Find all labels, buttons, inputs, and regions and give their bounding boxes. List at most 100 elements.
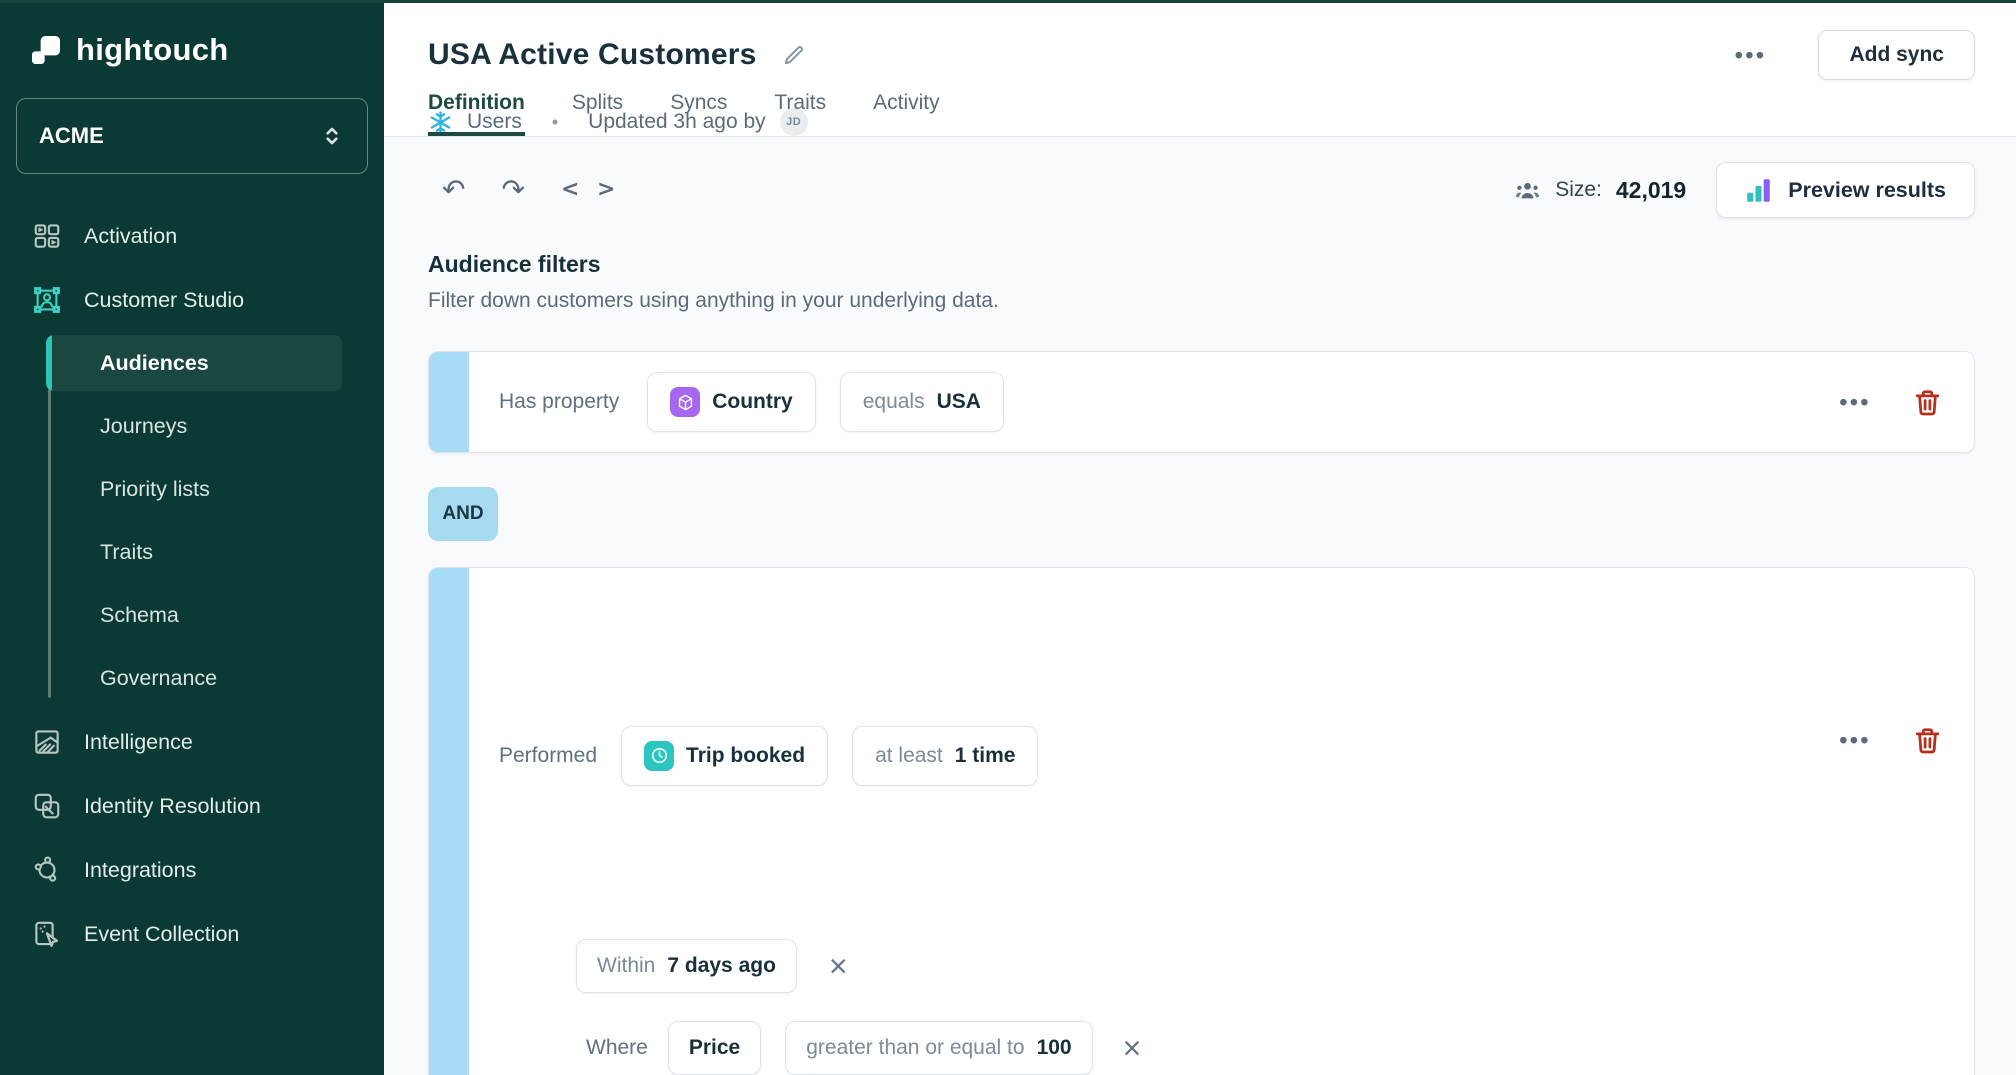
- condition-accent-strip: [429, 352, 469, 452]
- where-property-name: Price: [689, 1036, 740, 1060]
- sidebar-item-activation[interactable]: Activation: [0, 204, 384, 268]
- edit-title-icon[interactable]: [781, 42, 807, 68]
- remove-time-window-icon[interactable]: ×: [829, 950, 848, 982]
- main-area: USA Active Customers ••• Add sync Users …: [384, 0, 2016, 1075]
- page-header: USA Active Customers ••• Add sync Users …: [384, 0, 2016, 137]
- audience-filters-heading: Audience filters: [428, 251, 1975, 278]
- condition-connector-and[interactable]: AND: [428, 487, 498, 541]
- preview-results-button[interactable]: Preview results: [1716, 162, 1975, 218]
- workspace-chevrons-icon: [319, 123, 345, 149]
- intelligence-icon: [30, 725, 64, 759]
- tab-splits[interactable]: Splits: [572, 91, 623, 136]
- tab-syncs[interactable]: Syncs: [670, 91, 727, 136]
- filter-condition-property: Has property Country equals USA •••: [428, 351, 1975, 453]
- sidebar-item-audiences[interactable]: Audiences: [46, 335, 342, 391]
- tab-activity[interactable]: Activity: [873, 91, 940, 136]
- sidebar-item-label: Journeys: [100, 414, 187, 439]
- window-value: 7 days ago: [667, 954, 776, 978]
- where-operator: greater than or equal to: [806, 1036, 1024, 1060]
- sidebar-item-label: Audiences: [100, 351, 209, 376]
- sidebar-item-label: Activation: [84, 224, 177, 249]
- workspace-name: ACME: [39, 123, 104, 149]
- event-name: Trip booked: [686, 744, 805, 768]
- size-value: 42,019: [1616, 177, 1686, 204]
- delete-condition-icon[interactable]: [1913, 725, 1942, 756]
- workspace-selector[interactable]: ACME: [16, 98, 368, 174]
- sidebar-item-label: Priority lists: [100, 477, 210, 502]
- definition-content: ↶ ↷ < > Size: 42,019: [384, 137, 2016, 1075]
- redo-icon[interactable]: ↷: [501, 176, 524, 204]
- condition-prefix: Has property: [499, 390, 619, 414]
- delete-condition-icon[interactable]: [1913, 387, 1942, 418]
- sidebar-item-label: Event Collection: [84, 922, 239, 947]
- active-item-indicator: [46, 335, 52, 391]
- sidebar-item-label: Intelligence: [84, 730, 193, 755]
- tab-traits[interactable]: Traits: [774, 91, 826, 136]
- condition-accent-strip: [429, 568, 469, 1075]
- sidebar-item-label: Customer Studio: [84, 288, 244, 313]
- frequency-prefix: at least: [875, 744, 943, 768]
- sidebar-item-label: Schema: [100, 603, 179, 628]
- property-chip-country[interactable]: Country: [647, 372, 816, 432]
- identity-resolution-icon: [30, 789, 64, 823]
- sidebar-item-event-collection[interactable]: Event Collection: [0, 902, 384, 966]
- where-label: Where: [586, 1036, 648, 1060]
- window-prefix: Within: [597, 954, 655, 978]
- property-cube-icon: [670, 387, 700, 417]
- sidebar-item-label: Traits: [100, 540, 153, 565]
- activation-icon: [30, 219, 64, 253]
- window-top-border: [0, 0, 2016, 3]
- tab-bar: Definition Splits Syncs Traits Activity: [428, 91, 940, 136]
- where-property-chip[interactable]: Price: [668, 1021, 761, 1075]
- sidebar-item-identity-resolution[interactable]: Identity Resolution: [0, 774, 384, 838]
- audience-filters-subheading: Filter down customers using anything in …: [428, 289, 1975, 313]
- sidebar-nav: Activation Customer Studio Audiences: [0, 204, 384, 966]
- sidebar-item-integrations[interactable]: Integrations: [0, 838, 384, 902]
- page-title: USA Active Customers: [428, 38, 757, 72]
- sidebar-item-label: Governance: [100, 666, 217, 691]
- customer-studio-icon: [30, 283, 64, 317]
- customer-studio-subnav: Audiences Journeys Priority lists Traits…: [0, 335, 384, 710]
- sidebar-item-traits[interactable]: Traits: [0, 521, 384, 584]
- time-window-chip[interactable]: Within 7 days ago: [576, 939, 797, 993]
- frequency-chip[interactable]: at least 1 time: [852, 726, 1038, 786]
- where-value: 100: [1037, 1036, 1072, 1060]
- preview-results-label: Preview results: [1788, 178, 1946, 203]
- sidebar-item-customer-studio[interactable]: Customer Studio: [0, 268, 384, 332]
- operator-value: USA: [937, 390, 981, 414]
- frequency-value: 1 time: [955, 744, 1016, 768]
- event-collection-icon: [30, 917, 64, 951]
- audience-size: Size: 42,019: [1514, 177, 1686, 204]
- event-chip-trip-booked[interactable]: Trip booked: [621, 726, 828, 786]
- sidebar-item-priority-lists[interactable]: Priority lists: [0, 458, 384, 521]
- sidebar-item-schema[interactable]: Schema: [0, 584, 384, 647]
- sidebar-item-intelligence[interactable]: Intelligence: [0, 710, 384, 774]
- condition-overflow-menu[interactable]: •••: [1839, 389, 1871, 416]
- property-name: Country: [712, 390, 793, 414]
- logo: hightouch: [0, 0, 384, 68]
- condition-overflow-menu[interactable]: •••: [1839, 727, 1871, 754]
- sidebar: hightouch ACME Activation: [0, 0, 384, 1075]
- tab-definition[interactable]: Definition: [428, 91, 525, 136]
- bar-chart-icon: [1745, 177, 1772, 204]
- add-sync-button[interactable]: Add sync: [1818, 30, 1975, 80]
- remove-where-filter-icon[interactable]: ×: [1123, 1032, 1142, 1064]
- event-clock-icon: [644, 741, 674, 771]
- operator-label: equals: [863, 390, 925, 414]
- undo-icon[interactable]: ↶: [442, 176, 465, 204]
- sidebar-item-label: Identity Resolution: [84, 794, 261, 819]
- sidebar-item-journeys[interactable]: Journeys: [0, 395, 384, 458]
- sidebar-item-governance[interactable]: Governance: [0, 647, 384, 710]
- hightouch-logo-icon: [30, 34, 62, 66]
- filter-condition-event: Performed Trip booked at least 1 time: [428, 567, 1975, 1075]
- sidebar-item-label: Integrations: [84, 858, 196, 883]
- condition-prefix: Performed: [499, 744, 597, 768]
- where-operator-chip[interactable]: greater than or equal to 100: [785, 1021, 1092, 1075]
- size-label: Size:: [1555, 178, 1602, 202]
- integrations-icon: [30, 853, 64, 887]
- definition-toolbar: ↶ ↷ < > Size: 42,019: [428, 161, 1975, 219]
- audience-people-icon: [1514, 177, 1541, 204]
- header-overflow-menu[interactable]: •••: [1735, 42, 1767, 69]
- code-view-icon[interactable]: < >: [561, 179, 621, 201]
- operator-chip-equals-usa[interactable]: equals USA: [840, 372, 1004, 432]
